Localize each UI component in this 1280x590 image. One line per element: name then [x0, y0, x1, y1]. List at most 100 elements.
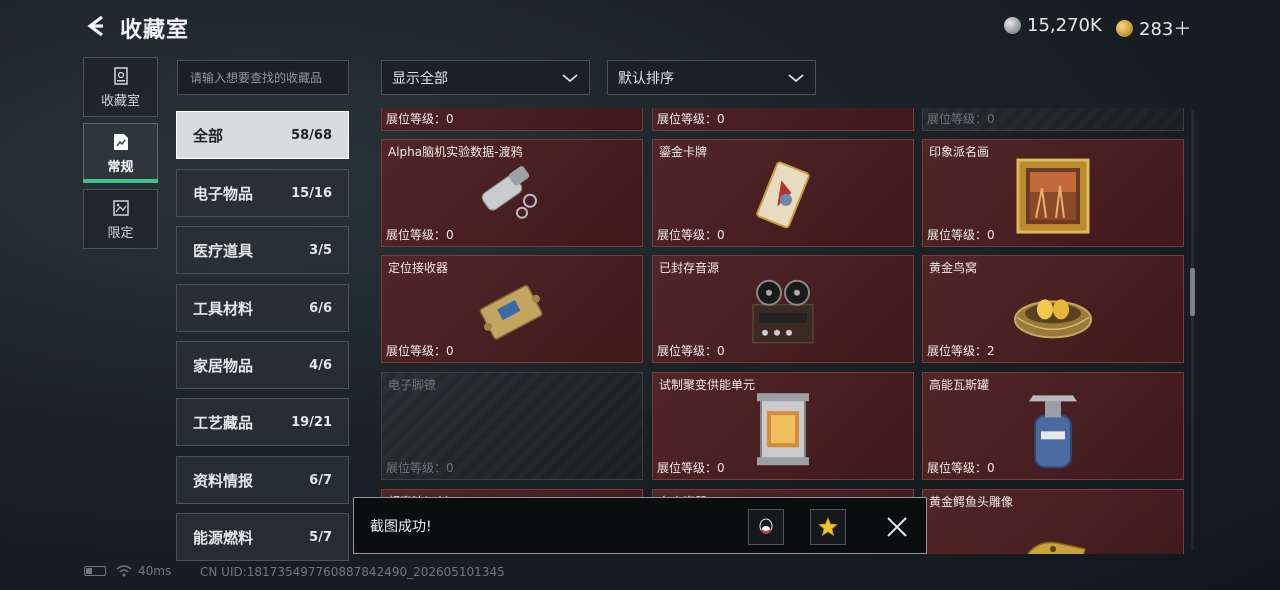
- grid-scrollbar-track[interactable]: [1191, 110, 1194, 550]
- sort-value: 默认排序: [618, 70, 674, 87]
- card-level: 展位等级：2: [927, 344, 995, 358]
- wifi-icon: [116, 565, 132, 577]
- limited-icon: [112, 199, 129, 216]
- locator-receiver-icon: [479, 284, 543, 340]
- card-name: Alpha脑机实验数据-渡鸦: [388, 145, 523, 159]
- nav-label: 常规: [107, 159, 134, 175]
- card-level: 展位等级：0: [657, 112, 725, 126]
- card-name: 高能瓦斯罐: [929, 378, 990, 392]
- status-bar: 40ms: [84, 564, 171, 578]
- card-name: 电子脚镣: [388, 378, 437, 392]
- card-name: 鎏金卡牌: [659, 145, 708, 159]
- page-title: 收藏室: [120, 18, 190, 43]
- category-label: 医疗道具: [193, 241, 254, 260]
- category-energy[interactable]: 能源燃料 5/7: [176, 513, 349, 561]
- back-arrow-icon[interactable]: [84, 14, 108, 38]
- category-intel[interactable]: 资料情报 6/7: [176, 456, 349, 504]
- collection-card[interactable]: 鎏金卡牌 展位等级：0: [652, 139, 914, 247]
- card-level: 展位等级：0: [657, 461, 725, 475]
- collection-card[interactable]: 高能瓦斯罐 展位等级：0: [922, 372, 1184, 480]
- gas-canister-icon: [1029, 395, 1077, 469]
- card-name: 已封存音源: [659, 261, 720, 275]
- category-label: 工艺藏品: [193, 413, 254, 432]
- collection-card[interactable]: 定位接收器 展位等级：0: [381, 255, 643, 363]
- fusion-cell-icon: [757, 393, 809, 466]
- gold-amount: 283＋: [1139, 19, 1192, 40]
- nav-collection-room[interactable]: 收藏室: [83, 57, 158, 117]
- nav-regular[interactable]: 常规: [83, 123, 158, 183]
- silver-currency: 15,270K: [1004, 15, 1102, 36]
- chevron-down-icon: [562, 73, 578, 82]
- grid-scrollbar-thumb[interactable]: [1190, 268, 1195, 316]
- ping-value: 40ms: [138, 564, 172, 578]
- category-electronics[interactable]: 电子物品 15/16: [176, 169, 349, 217]
- silver-amount: 15,270K: [1027, 15, 1102, 36]
- category-all[interactable]: 全部 58/68: [176, 111, 349, 159]
- collection-card[interactable]: 已封存音源 展位等级：0: [652, 255, 914, 363]
- collection-grid[interactable]: 展位等级：0 展位等级：0 展位等级：0 Alpha脑机实验数据-渡鸦 展位等级…: [381, 108, 1186, 554]
- golden-nest-icon: [1014, 299, 1092, 339]
- data-drive-icon: [481, 166, 537, 219]
- category-count: 4/6: [309, 357, 332, 373]
- collection-room-icon: [113, 66, 128, 85]
- reel-recorder-icon: [752, 279, 814, 344]
- category-label: 电子物品: [193, 184, 254, 203]
- gold-currency[interactable]: 283＋: [1116, 15, 1191, 41]
- gold-coin-icon: [1116, 19, 1133, 37]
- gilded-card-icon: [756, 161, 810, 229]
- search-input[interactable]: [177, 60, 349, 95]
- category-label: 能源燃料: [193, 528, 254, 547]
- category-count: 6/7: [309, 472, 332, 488]
- card-name: 印象派名画: [929, 145, 990, 159]
- card-level: 展位等级：0: [386, 344, 454, 358]
- card-level: 展位等级：0: [386, 461, 454, 475]
- category-count: 5/7: [309, 529, 332, 545]
- collection-card[interactable]: 印象派名画 展位等级：0: [922, 139, 1184, 247]
- display-filter-value: 显示全部: [392, 70, 448, 87]
- collection-card[interactable]: 试制聚变供能单元 展位等级：0: [652, 372, 914, 480]
- battery-icon: [84, 566, 106, 576]
- user-uid: CN UID:18173549776088784249​0_2026051013…: [200, 565, 505, 579]
- category-label: 全部: [193, 126, 224, 145]
- collection-card[interactable]: 黄金鳄鱼头雕像: [922, 489, 1184, 554]
- card-level: 展位等级：0: [927, 461, 995, 475]
- category-label: 资料情报: [193, 471, 254, 490]
- category-count: 3/5: [309, 242, 332, 258]
- category-crafts[interactable]: 工艺藏品 19/21: [176, 398, 349, 446]
- collection-card[interactable]: 电子脚镣 展位等级：0: [381, 372, 643, 480]
- collection-card[interactable]: 展位等级：0: [381, 108, 643, 131]
- close-icon[interactable]: [884, 514, 910, 540]
- card-name: 试制聚变供能单元: [659, 378, 756, 392]
- card-level: 展位等级：0: [927, 228, 995, 242]
- qzone-share-icon: [818, 516, 838, 537]
- card-level: 展位等级：0: [657, 228, 725, 242]
- category-count: 19/21: [291, 414, 332, 430]
- card-level: 展位等级：0: [657, 344, 725, 358]
- card-name: 定位接收器: [388, 261, 449, 275]
- category-medical[interactable]: 医疗道具 3/5: [176, 226, 349, 274]
- regular-icon: [113, 133, 128, 150]
- silver-coin-icon: [1004, 17, 1021, 34]
- display-filter-dropdown[interactable]: 显示全部: [381, 60, 590, 95]
- nav-limited[interactable]: 限定: [83, 189, 158, 249]
- category-label: 工具材料: [193, 299, 254, 318]
- category-tools[interactable]: 工具材料 6/6: [176, 284, 349, 332]
- nav-label: 限定: [107, 225, 134, 241]
- toast-message: 截图成功!: [370, 519, 432, 535]
- collection-card[interactable]: 展位等级：0: [652, 108, 914, 131]
- card-name: 黄金鸟窝: [929, 261, 978, 275]
- sort-dropdown[interactable]: 默认排序: [607, 60, 816, 95]
- qzone-share-button[interactable]: [810, 509, 846, 545]
- top-bar: 收藏室 15,270K 283＋: [0, 0, 1280, 54]
- collection-card[interactable]: 展位等级：0: [922, 108, 1184, 131]
- nav-label: 收藏室: [100, 93, 140, 109]
- category-household[interactable]: 家居物品 4/6: [176, 341, 349, 389]
- framed-painting-icon: [1016, 158, 1090, 234]
- screenshot-toast: 截图成功!: [353, 497, 927, 554]
- collection-card[interactable]: Alpha脑机实验数据-渡鸦 展位等级：0: [381, 139, 643, 247]
- collection-card[interactable]: 黄金鸟窝 展位等级：2: [922, 255, 1184, 363]
- card-level: 展位等级：0: [386, 228, 454, 242]
- qq-share-button[interactable]: [748, 509, 784, 545]
- category-count: 58/68: [291, 127, 332, 143]
- category-count: 6/6: [309, 300, 332, 316]
